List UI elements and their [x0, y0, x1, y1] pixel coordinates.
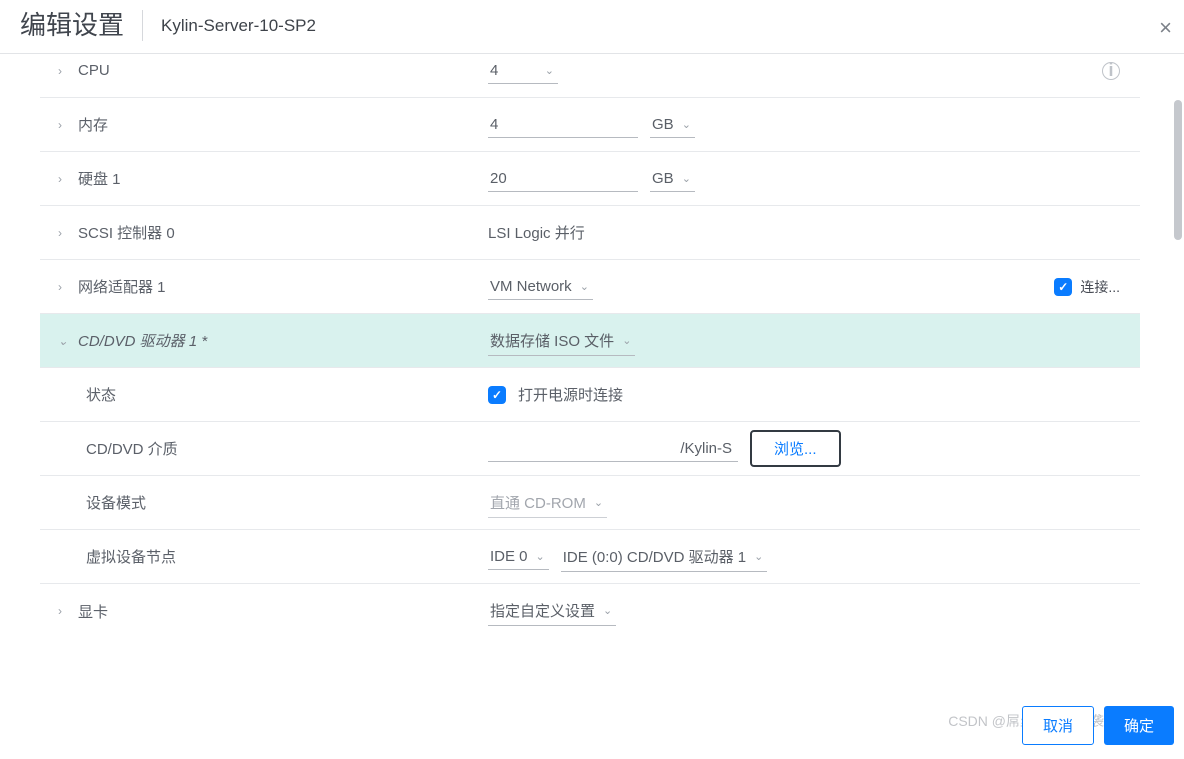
settings-list: › CPU 4 ⌄ i › 内存 GB ⌄ › 硬盘: [0, 54, 1140, 638]
disk-unit-select[interactable]: GB ⌄: [650, 166, 695, 192]
media-path-input[interactable]: /Kylin-S: [488, 436, 738, 462]
connect-label: 连接...: [1080, 277, 1120, 297]
row-memory-value: GB ⌄: [488, 112, 1140, 138]
row-cddvd[interactable]: ⌄ CD/DVD 驱动器 1 * 数据存储 ISO 文件 ⌄: [40, 314, 1140, 368]
dialog-subtitle: Kylin-Server-10-SP2: [143, 16, 316, 36]
media-label: CD/DVD 介质: [58, 438, 488, 459]
chevron-down-icon: ⌄: [754, 550, 763, 563]
chevron-down-icon: ⌄: [580, 280, 589, 293]
video-label-text: 显卡: [78, 601, 108, 622]
row-disk-value: GB ⌄: [488, 166, 1140, 192]
row-scsi-value: LSI Logic 并行: [488, 222, 1140, 243]
status-label: 状态: [58, 384, 488, 405]
cancel-button[interactable]: 取消: [1022, 706, 1094, 745]
chevron-right-icon: ›: [58, 118, 68, 132]
row-cpu[interactable]: › CPU 4 ⌄ i: [40, 54, 1140, 98]
disk-unit: GB: [652, 170, 674, 187]
row-network-label: › 网络适配器 1: [58, 276, 488, 297]
chevron-down-icon: ⌄: [58, 334, 68, 348]
row-cpu-label: › CPU: [58, 62, 488, 79]
media-value-wrap: /Kylin-S 浏览...: [488, 430, 1140, 467]
network-select[interactable]: VM Network ⌄: [488, 274, 593, 300]
chevron-right-icon: ›: [58, 172, 68, 186]
row-network-value: VM Network ⌄: [488, 274, 1054, 300]
row-video-label: › 显卡: [58, 601, 488, 622]
row-scsi-label: › SCSI 控制器 0: [58, 222, 488, 243]
cddvd-source-select[interactable]: 数据存储 ISO 文件 ⌄: [488, 326, 635, 356]
chevron-down-icon: ⌄: [594, 496, 603, 509]
cddvd-label-text: CD/DVD 驱动器 1 *: [78, 330, 207, 351]
node-label: 虚拟设备节点: [58, 546, 488, 567]
dialog-header: 编辑设置 Kylin-Server-10-SP2 ×: [0, 0, 1184, 54]
chevron-down-icon: ⌄: [622, 334, 631, 347]
node-value1: IDE 0: [490, 548, 528, 565]
connect-checkbox[interactable]: ✓: [1054, 278, 1072, 296]
poweron-checkbox[interactable]: ✓: [488, 386, 506, 404]
node-device-select[interactable]: IDE (0:0) CD/DVD 驱动器 1 ⌄: [561, 542, 768, 572]
status-value: ✓ 打开电源时连接: [488, 384, 1140, 405]
row-cpu-value: 4 ⌄: [488, 58, 1102, 84]
chevron-right-icon: ›: [58, 280, 68, 294]
row-cddvd-value: 数据存储 ISO 文件 ⌄: [488, 326, 1140, 356]
scsi-value-text: LSI Logic 并行: [488, 222, 585, 243]
scrollbar-thumb[interactable]: [1174, 100, 1182, 240]
node-bus-select[interactable]: IDE 0 ⌄: [488, 544, 549, 570]
browse-button[interactable]: 浏览...: [750, 430, 841, 467]
chevron-down-icon: ⌄: [682, 172, 691, 185]
node-value2: IDE (0:0) CD/DVD 驱动器 1: [563, 546, 746, 567]
video-value: 指定自定义设置: [490, 600, 595, 621]
net-value: VM Network: [490, 278, 572, 295]
row-scsi[interactable]: › SCSI 控制器 0 LSI Logic 并行: [40, 206, 1140, 260]
scrollbar-track[interactable]: [1174, 60, 1182, 620]
memory-label-text: 内存: [78, 114, 108, 135]
node-value-wrap: IDE 0 ⌄ IDE (0:0) CD/DVD 驱动器 1 ⌄: [488, 542, 1140, 572]
chevron-down-icon: ⌄: [682, 118, 691, 131]
disk-input[interactable]: [488, 166, 638, 192]
row-memory-label: › 内存: [58, 114, 488, 135]
row-cpu-extra: i: [1102, 62, 1140, 80]
row-cddvd-node: 虚拟设备节点 IDE 0 ⌄ IDE (0:0) CD/DVD 驱动器 1 ⌄: [40, 530, 1140, 584]
row-video-value: 指定自定义设置 ⌄: [488, 596, 1140, 626]
row-network-extra: ✓ 连接...: [1054, 277, 1140, 297]
row-disk[interactable]: › 硬盘 1 GB ⌄: [40, 152, 1140, 206]
status-text: 打开电源时连接: [518, 384, 623, 405]
chevron-down-icon: ⌄: [536, 550, 545, 563]
row-cddvd-devmode: 设备模式 直通 CD-ROM ⌄: [40, 476, 1140, 530]
row-cddvd-status: 状态 ✓ 打开电源时连接: [40, 368, 1140, 422]
cpu-label-text: CPU: [78, 62, 110, 79]
devmode-label: 设备模式: [58, 492, 488, 513]
chevron-down-icon: ⌄: [545, 64, 554, 77]
row-video[interactable]: › 显卡 指定自定义设置 ⌄: [40, 584, 1140, 638]
scsi-label-text: SCSI 控制器 0: [78, 222, 175, 243]
chevron-down-icon: ⌄: [603, 604, 612, 617]
devmode-value-wrap: 直通 CD-ROM ⌄: [488, 488, 1140, 518]
row-cddvd-media: CD/DVD 介质 /Kylin-S 浏览...: [40, 422, 1140, 476]
net-label-text: 网络适配器 1: [78, 276, 166, 297]
row-memory[interactable]: › 内存 GB ⌄: [40, 98, 1140, 152]
row-disk-label: › 硬盘 1: [58, 168, 488, 189]
row-cddvd-label: ⌄ CD/DVD 驱动器 1 *: [58, 330, 488, 351]
disk-label-text: 硬盘 1: [78, 168, 121, 189]
devmode-select: 直通 CD-ROM ⌄: [488, 488, 607, 518]
info-icon[interactable]: i: [1102, 62, 1120, 80]
chevron-right-icon: ›: [58, 64, 68, 78]
devmode-value: 直通 CD-ROM: [490, 492, 586, 513]
row-network[interactable]: › 网络适配器 1 VM Network ⌄ ✓ 连接...: [40, 260, 1140, 314]
memory-unit-select[interactable]: GB ⌄: [650, 112, 695, 138]
cpu-select[interactable]: 4 ⌄: [488, 58, 558, 84]
dialog-footer: 取消 确定: [1022, 706, 1174, 745]
dialog-title: 编辑设置: [20, 10, 143, 41]
chevron-right-icon: ›: [58, 226, 68, 240]
memory-input[interactable]: [488, 112, 638, 138]
cpu-value: 4: [490, 62, 498, 79]
cddvd-value: 数据存储 ISO 文件: [490, 330, 614, 351]
close-icon[interactable]: ×: [1159, 15, 1172, 41]
ok-button[interactable]: 确定: [1104, 706, 1174, 745]
video-select[interactable]: 指定自定义设置 ⌄: [488, 596, 616, 626]
content-scroll-area: › CPU 4 ⌄ i › 内存 GB ⌄ › 硬盘: [0, 54, 1184, 664]
chevron-right-icon: ›: [58, 604, 68, 618]
memory-unit: GB: [652, 116, 674, 133]
